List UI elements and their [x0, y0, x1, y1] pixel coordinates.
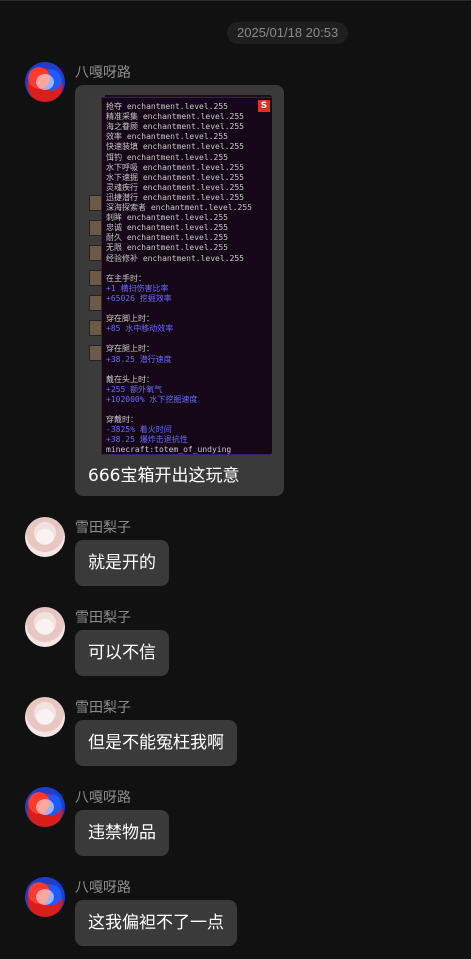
tooltip-line: 耐久 enchantment.level.255 [106, 233, 228, 243]
text-message-bubble[interactable]: 但是不能冤枉我啊 [75, 720, 237, 766]
game-screenshot-image[interactable]: S 抢夺 enchantment.level.255 精准采集 enchantme… [87, 95, 272, 455]
tooltip-line: 水下呼吸 enchantment.level.255 [106, 162, 244, 172]
tooltip-line: 刺眸 enchantment.level.255 [106, 213, 228, 223]
tooltip-line: 经验修补 enchantment.level.255 [106, 253, 244, 263]
sender-name: 雪田梨子 [75, 519, 131, 535]
text-message-bubble[interactable]: 这我偏袒不了一点 [75, 900, 237, 946]
avatar[interactable] [25, 697, 65, 737]
tooltip-line: +1 横扫伤害比率 [106, 283, 169, 293]
tooltip-line: +102000% 水下挖掘速度 [106, 394, 198, 404]
tooltip-line: 忠诚 enchantment.level.255 [106, 223, 228, 233]
sender-name: 八嘎呀路 [75, 879, 131, 895]
image-message-bubble[interactable]: S 抢夺 enchantment.level.255 精准采集 enchantme… [75, 85, 284, 496]
sender-name: 八嘎呀路 [75, 789, 131, 805]
tooltip-line: 在主手时： [106, 273, 146, 283]
tooltip-line: 饵钓 enchantment.level.255 [106, 152, 228, 162]
tooltip-line: 深海探索者 enchantment.level.255 [106, 203, 252, 212]
tooltip-line: 水下速掘 enchantment.level.255 [106, 172, 244, 182]
avatar[interactable] [25, 517, 65, 557]
tooltip-line: 海之眷顾 enchantment.level.255 [106, 122, 244, 132]
tooltip-line: 精准采集 enchantment.level.255 [106, 112, 244, 122]
tooltip-line: +85 水中移动效率 [106, 324, 174, 334]
tooltip-line: minecraft:totem_of_undying [106, 445, 232, 455]
tooltip-line: 戴在头上时： [106, 374, 154, 384]
tooltip-line: 效率 enchantment.level.255 [106, 132, 228, 142]
tooltip-line: +255 额外氧气 [106, 384, 163, 394]
tooltip-line: -3825% 着火时间 [106, 425, 172, 435]
tooltip-line: 快速装填 enchantment.level.255 [106, 142, 244, 152]
tooltip-line: 无限 enchantment.level.255 [106, 243, 228, 253]
tooltip-line: 穿在脚上时： [106, 314, 154, 324]
text-message-bubble[interactable]: 违禁物品 [75, 810, 169, 856]
top-divider [0, 0, 471, 1]
message-timestamp: 2025/01/18 20:53 [227, 22, 349, 44]
text-message-bubble[interactable]: 可以不信 [75, 630, 169, 676]
avatar[interactable] [25, 62, 65, 102]
tooltip-line: 穿戴时： [106, 415, 138, 425]
s-badge-icon: S [258, 100, 270, 112]
tooltip-line: 穿在腿上时： [106, 344, 154, 354]
sender-name: 雪田梨子 [75, 609, 131, 625]
tooltip-line: 抢夺 enchantment.level.255 [106, 102, 228, 111]
sender-name: 八嘎呀路 [75, 64, 131, 80]
tooltip-line: +38.25 潜行速度 [106, 354, 172, 364]
tooltip-line: +65026 挖掘效率 [106, 293, 172, 303]
avatar[interactable] [25, 787, 65, 827]
avatar[interactable] [25, 607, 65, 647]
tooltip-line: 灵魂疾行 enchantment.level.255 [106, 182, 244, 192]
item-tooltip: S 抢夺 enchantment.level.255 精准采集 enchantme… [101, 97, 272, 455]
tooltip-line: 迅捷潜行 enchantment.level.255 [106, 192, 244, 202]
message-text: 666宝箱开出这玩意 [88, 466, 240, 486]
sender-name: 雪田梨子 [75, 699, 131, 715]
tooltip-line: +38.25 爆炸击退抗性 [106, 435, 188, 445]
avatar[interactable] [25, 877, 65, 917]
text-message-bubble[interactable]: 就是开的 [75, 540, 169, 586]
